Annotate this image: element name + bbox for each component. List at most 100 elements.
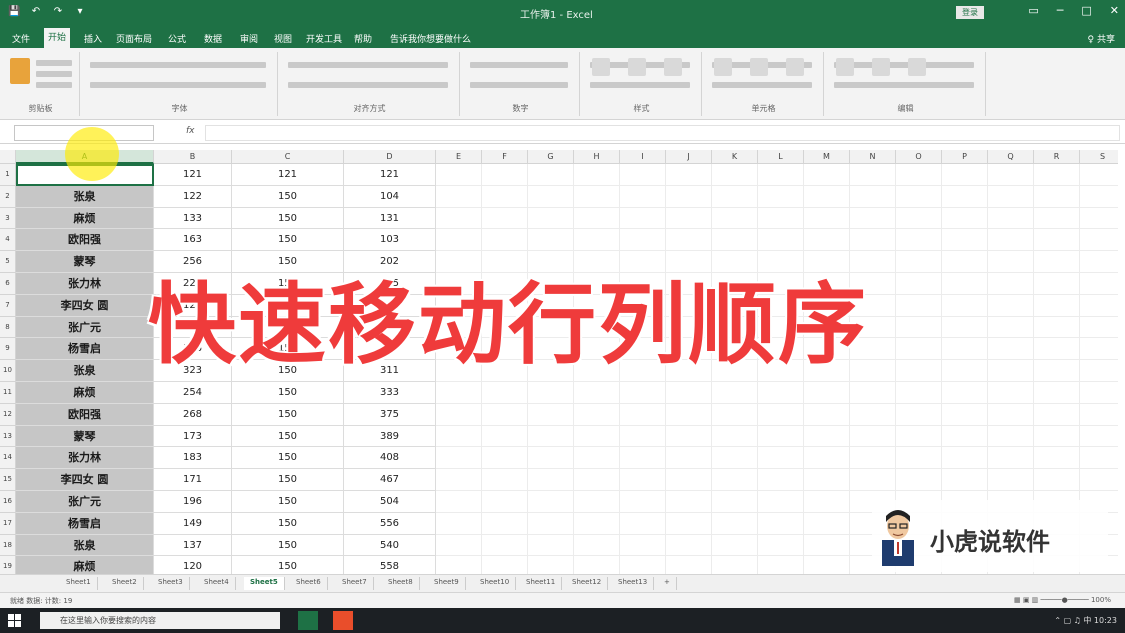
empty-cell[interactable] (1034, 207, 1080, 230)
name-cell[interactable]: 蒙琴 (16, 425, 154, 448)
row-header[interactable]: 9 (0, 338, 16, 361)
windows-start-icon[interactable] (8, 614, 21, 627)
empty-cell[interactable] (896, 469, 942, 491)
value-cell[interactable]: 467 (344, 469, 436, 491)
empty-cell[interactable] (528, 469, 574, 491)
sheet-tab[interactable]: Sheet4 (198, 577, 236, 590)
empty-cell[interactable] (758, 229, 804, 252)
empty-cell[interactable] (896, 185, 942, 208)
value-cell[interactable]: 150 (232, 207, 344, 230)
column-header[interactable]: O (896, 150, 942, 164)
value-cell[interactable]: 150 (232, 534, 344, 557)
empty-cell[interactable] (436, 556, 482, 574)
ribbon-control[interactable] (590, 82, 690, 88)
name-cell[interactable]: 麻烦 (16, 382, 154, 404)
empty-cell[interactable] (896, 229, 942, 252)
empty-cell[interactable] (1034, 403, 1080, 426)
empty-cell[interactable] (1080, 447, 1118, 470)
value-cell[interactable]: 150 (232, 229, 344, 252)
ribbon-command-icon[interactable] (628, 58, 646, 76)
value-cell[interactable]: 540 (344, 534, 436, 557)
empty-cell[interactable] (988, 251, 1034, 273)
empty-cell[interactable] (666, 164, 712, 186)
empty-cell[interactable] (804, 447, 850, 470)
empty-cell[interactable] (620, 382, 666, 404)
empty-cell[interactable] (758, 425, 804, 448)
empty-cell[interactable] (482, 534, 528, 557)
name-cell[interactable]: 麻烦 (16, 556, 154, 574)
empty-cell[interactable] (482, 164, 528, 186)
empty-cell[interactable] (804, 534, 850, 557)
value-cell[interactable]: 389 (344, 425, 436, 448)
empty-cell[interactable] (850, 469, 896, 491)
name-cell[interactable]: 麻烦 (16, 207, 154, 230)
value-cell[interactable]: 122 (154, 185, 232, 208)
empty-cell[interactable] (482, 556, 528, 574)
sheet-tab[interactable]: + (658, 577, 677, 590)
value-cell[interactable]: 556 (344, 512, 436, 535)
empty-cell[interactable] (804, 556, 850, 574)
ribbon-display-button[interactable]: ▭ (1028, 4, 1038, 17)
empty-cell[interactable] (436, 403, 482, 426)
empty-cell[interactable] (1034, 469, 1080, 491)
empty-cell[interactable] (988, 447, 1034, 470)
value-cell[interactable]: 150 (232, 403, 344, 426)
close-button[interactable]: ✕ (1110, 4, 1119, 17)
empty-cell[interactable] (482, 491, 528, 513)
empty-cell[interactable] (436, 447, 482, 470)
empty-cell[interactable] (988, 273, 1034, 295)
paste-icon[interactable] (10, 58, 30, 84)
empty-cell[interactable] (528, 229, 574, 252)
empty-cell[interactable] (666, 491, 712, 513)
empty-cell[interactable] (758, 469, 804, 491)
empty-cell[interactable] (804, 207, 850, 230)
empty-cell[interactable] (1080, 317, 1118, 339)
empty-cell[interactable] (896, 164, 942, 186)
empty-cell[interactable] (988, 425, 1034, 448)
empty-cell[interactable] (1034, 338, 1080, 361)
empty-cell[interactable] (574, 556, 620, 574)
empty-cell[interactable] (436, 382, 482, 404)
empty-cell[interactable] (620, 229, 666, 252)
empty-cell[interactable] (942, 207, 988, 230)
empty-cell[interactable] (482, 207, 528, 230)
value-cell[interactable]: 150 (232, 512, 344, 535)
empty-cell[interactable] (1034, 164, 1080, 186)
empty-cell[interactable] (758, 534, 804, 557)
empty-cell[interactable] (850, 164, 896, 186)
empty-cell[interactable] (574, 403, 620, 426)
empty-cell[interactable] (1080, 360, 1118, 382)
value-cell[interactable]: 173 (154, 425, 232, 448)
empty-cell[interactable] (896, 447, 942, 470)
ribbon-control[interactable] (470, 62, 568, 68)
qat-button[interactable]: ↷ (52, 6, 64, 18)
empty-cell[interactable] (1034, 294, 1080, 317)
value-cell[interactable]: 121 (154, 164, 232, 186)
empty-cell[interactable] (666, 382, 712, 404)
empty-cell[interactable] (436, 185, 482, 208)
empty-cell[interactable] (1034, 360, 1080, 382)
empty-cell[interactable] (482, 469, 528, 491)
empty-cell[interactable] (574, 512, 620, 535)
value-cell[interactable]: 150 (232, 491, 344, 513)
ribbon-tab[interactable]: 开始 (44, 28, 71, 48)
value-cell[interactable]: 103 (344, 229, 436, 252)
sheet-tab[interactable]: Sheet5 (244, 577, 285, 590)
sign-in-button[interactable]: 登录 (956, 6, 984, 19)
ribbon-tab[interactable]: 视图 (270, 30, 296, 47)
empty-cell[interactable] (758, 512, 804, 535)
select-all-corner[interactable] (0, 150, 16, 164)
empty-cell[interactable] (850, 229, 896, 252)
ribbon-command-icon[interactable] (714, 58, 732, 76)
name-cell[interactable]: 欧阳强 (16, 229, 154, 252)
value-cell[interactable]: 104 (344, 185, 436, 208)
column-header[interactable]: S (1080, 150, 1118, 164)
empty-cell[interactable] (620, 534, 666, 557)
empty-cell[interactable] (574, 534, 620, 557)
column-header[interactable]: L (758, 150, 804, 164)
empty-cell[interactable] (528, 382, 574, 404)
value-cell[interactable]: 254 (154, 382, 232, 404)
clipboard-command[interactable] (36, 71, 72, 77)
empty-cell[interactable] (988, 403, 1034, 426)
name-cell[interactable]: 张广元 (16, 491, 154, 513)
